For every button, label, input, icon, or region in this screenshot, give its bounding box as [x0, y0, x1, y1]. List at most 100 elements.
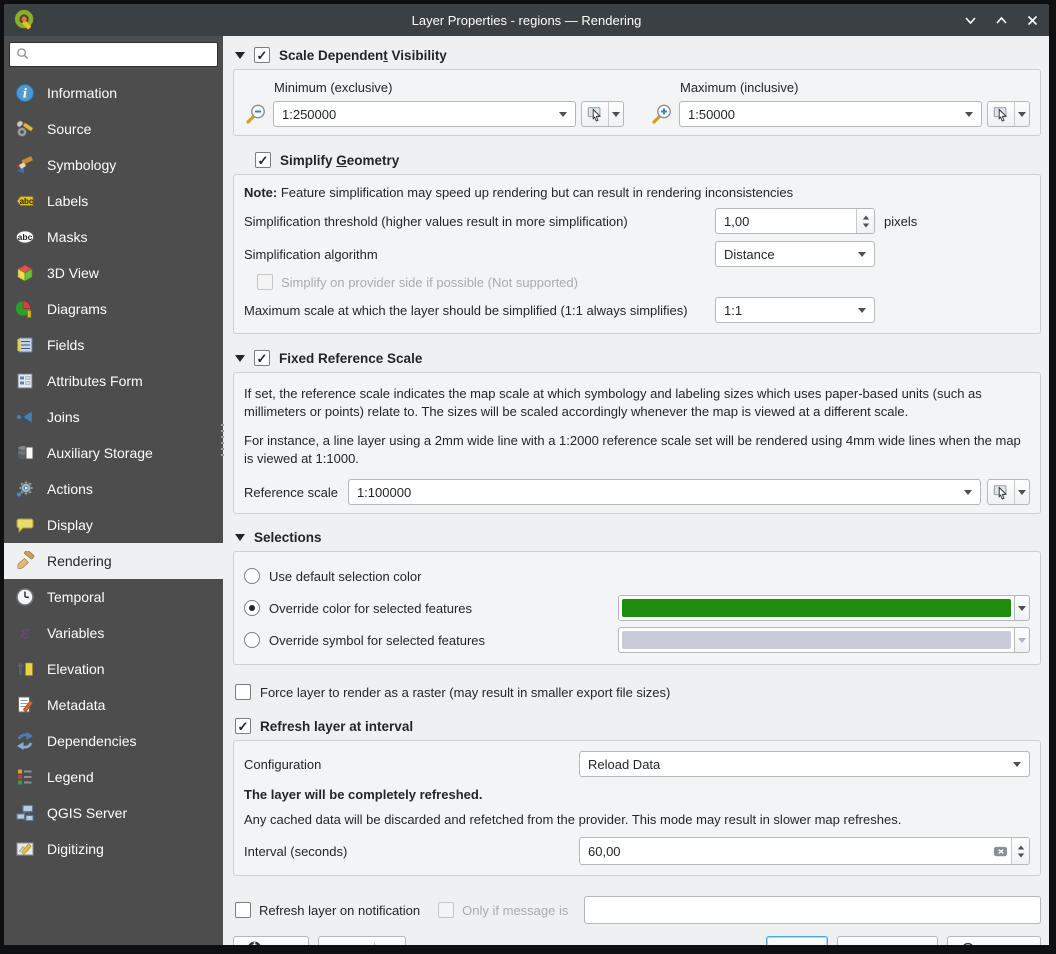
chevron-down-icon [858, 308, 866, 313]
scale-visibility-checkbox[interactable] [254, 47, 270, 63]
section-title-simplify-geometry: Simplify Geometry [280, 153, 399, 168]
sidebar-item-qgis-server[interactable]: QGIS Server [4, 795, 223, 831]
help-button[interactable]: Aide [233, 936, 309, 945]
chevron-down-icon [858, 252, 866, 257]
selection-symbol-dropdown[interactable] [1015, 627, 1030, 653]
sidebar-item-information[interactable]: i Information [4, 75, 223, 111]
spinbox-arrows[interactable] [1011, 838, 1029, 864]
help-button-label: Aide [269, 943, 295, 945]
titlebar[interactable]: Layer Properties - regions — Rendering [4, 4, 1049, 36]
collapse-arrow-icon[interactable] [235, 52, 245, 59]
sidebar-item-dependencies[interactable]: Dependencies [4, 723, 223, 759]
apply-button-label: Appliquer [869, 943, 924, 945]
sidebar-item-temporal[interactable]: Temporal [4, 579, 223, 615]
sidebar-search[interactable] [9, 42, 218, 67]
maximize-window-icon[interactable] [995, 14, 1008, 27]
notification-message-input[interactable] [584, 896, 1041, 924]
max-scale-options-dropdown[interactable] [1014, 102, 1029, 126]
sidebar-item-metadata[interactable]: Metadata [4, 687, 223, 723]
refresh-interval-checkbox[interactable] [235, 718, 251, 734]
map-cursor-icon [988, 480, 1014, 504]
metadata-icon [14, 694, 36, 716]
collapse-arrow-icon[interactable] [235, 355, 245, 362]
sidebar-item-legend[interactable]: Legend [4, 759, 223, 795]
sidebar-item-3d-view[interactable]: 3D View [4, 255, 223, 291]
shade-window-icon[interactable] [964, 14, 977, 27]
override-color-radio[interactable] [244, 600, 260, 616]
force-raster-checkbox[interactable] [235, 684, 251, 700]
sidebar-item-joins[interactable]: Joins [4, 399, 223, 435]
sidebar-item-source[interactable]: Source [4, 111, 223, 147]
window-title: Layer Properties - regions — Rendering [4, 13, 1049, 28]
sidebar-item-rendering[interactable]: Rendering [4, 543, 223, 579]
reference-scale-combobox[interactable]: 1:100000 [348, 479, 981, 505]
sidebar-item-display[interactable]: Display [4, 507, 223, 543]
default-selection-color-radio[interactable] [244, 568, 260, 584]
section-header-fixed-reference-scale: Fixed Reference Scale [235, 350, 1041, 366]
ok-button[interactable]: ✓ Ok [766, 936, 829, 945]
sidebar-item-elevation[interactable]: Elevation [4, 651, 223, 687]
information-icon: i [14, 82, 36, 104]
sidebar-item-fields[interactable]: Fields [4, 327, 223, 363]
sidebar-item-diagrams[interactable]: Diagrams [4, 291, 223, 327]
minimum-scale-field: Minimum (exclusive) 1:250000 [244, 78, 624, 127]
configuration-combobox[interactable]: Reload Data [579, 751, 1030, 777]
simplify-geometry-checkbox[interactable] [255, 152, 271, 168]
help-icon [247, 941, 262, 945]
sidebar-item-auxiliary-storage[interactable]: Auxiliary Storage [4, 435, 223, 471]
threshold-spinbox[interactable]: 1,00 [715, 208, 875, 234]
section-header-selections: Selections [235, 530, 1041, 545]
sidebar-item-actions[interactable]: Actions [4, 471, 223, 507]
sidebar-item-masks[interactable]: abc Masks [4, 219, 223, 255]
panel-splitter[interactable] [221, 424, 224, 458]
fixed-reference-scale-checkbox[interactable] [254, 350, 270, 366]
elevation-icon [14, 658, 36, 680]
sidebar-item-symbology[interactable]: Symbology [4, 147, 223, 183]
fields-icon [14, 334, 36, 356]
min-scale-options-dropdown[interactable] [608, 102, 623, 126]
algorithm-combobox[interactable]: Distance [715, 241, 875, 267]
section-header-simplify-geometry: Simplify Geometry [255, 152, 1041, 168]
rendering-icon [14, 550, 36, 572]
selection-color-swatch [622, 599, 1011, 617]
sidebar-search-input[interactable] [35, 47, 211, 62]
style-button[interactable]: Style [318, 936, 406, 945]
selection-color-button[interactable] [618, 595, 1015, 621]
collapse-arrow-icon[interactable] [235, 534, 245, 541]
override-symbol-radio[interactable] [244, 632, 260, 648]
cancel-icon [961, 942, 975, 945]
maximum-scale-combobox[interactable]: 1:50000 [679, 101, 982, 127]
refresh-on-notification-checkbox[interactable] [235, 902, 251, 918]
sidebar-item-variables[interactable]: ε Variables [4, 615, 223, 651]
refresh-interval-header: Refresh layer at interval [235, 718, 1041, 734]
interval-label: Interval (seconds) [244, 844, 579, 859]
provider-side-checkbox [257, 274, 273, 290]
selection-color-dropdown[interactable] [1015, 595, 1030, 621]
clear-value-icon[interactable] [991, 842, 1009, 860]
maximum-scale-label: Maximum (inclusive) [680, 80, 1030, 95]
reference-scale-options-dropdown[interactable] [1014, 480, 1029, 504]
masks-icon: abc [14, 226, 36, 248]
sidebar-item-digitizing[interactable]: Digitizing [4, 831, 223, 867]
selection-symbol-button[interactable] [618, 627, 1015, 653]
only-if-message-checkbox [438, 902, 454, 918]
force-raster-label: Force layer to render as a raster (may r… [260, 685, 670, 700]
set-reference-scale-from-canvas-button[interactable] [987, 479, 1030, 505]
spinbox-arrows[interactable] [856, 209, 874, 233]
sidebar-item-labels[interactable]: abc Labels [4, 183, 223, 219]
screen: { "window": { "title": "Layer Properties… [0, 0, 1056, 954]
set-max-scale-from-canvas-button[interactable] [987, 101, 1030, 127]
minimum-scale-combobox[interactable]: 1:250000 [273, 101, 576, 127]
max-simplify-scale-combobox[interactable]: 1:1 [715, 297, 875, 323]
close-window-icon[interactable] [1026, 14, 1039, 27]
cancel-button[interactable]: Annuler [947, 936, 1041, 945]
apply-button[interactable]: ✓ Appliquer [837, 936, 938, 945]
interval-spinbox[interactable]: 60,00 [579, 837, 1030, 865]
provider-side-label: Simplify on provider side if possible (N… [281, 275, 578, 290]
set-min-scale-from-canvas-button[interactable] [581, 101, 624, 127]
override-color-label: Override color for selected features [269, 601, 472, 616]
provider-side-row: Simplify on provider side if possible (N… [257, 274, 1030, 290]
sidebar-item-attributes-form[interactable]: Attributes Form [4, 363, 223, 399]
override-color-row: Override color for selected features [244, 592, 1030, 624]
reference-scale-label: Reference scale [244, 485, 338, 500]
